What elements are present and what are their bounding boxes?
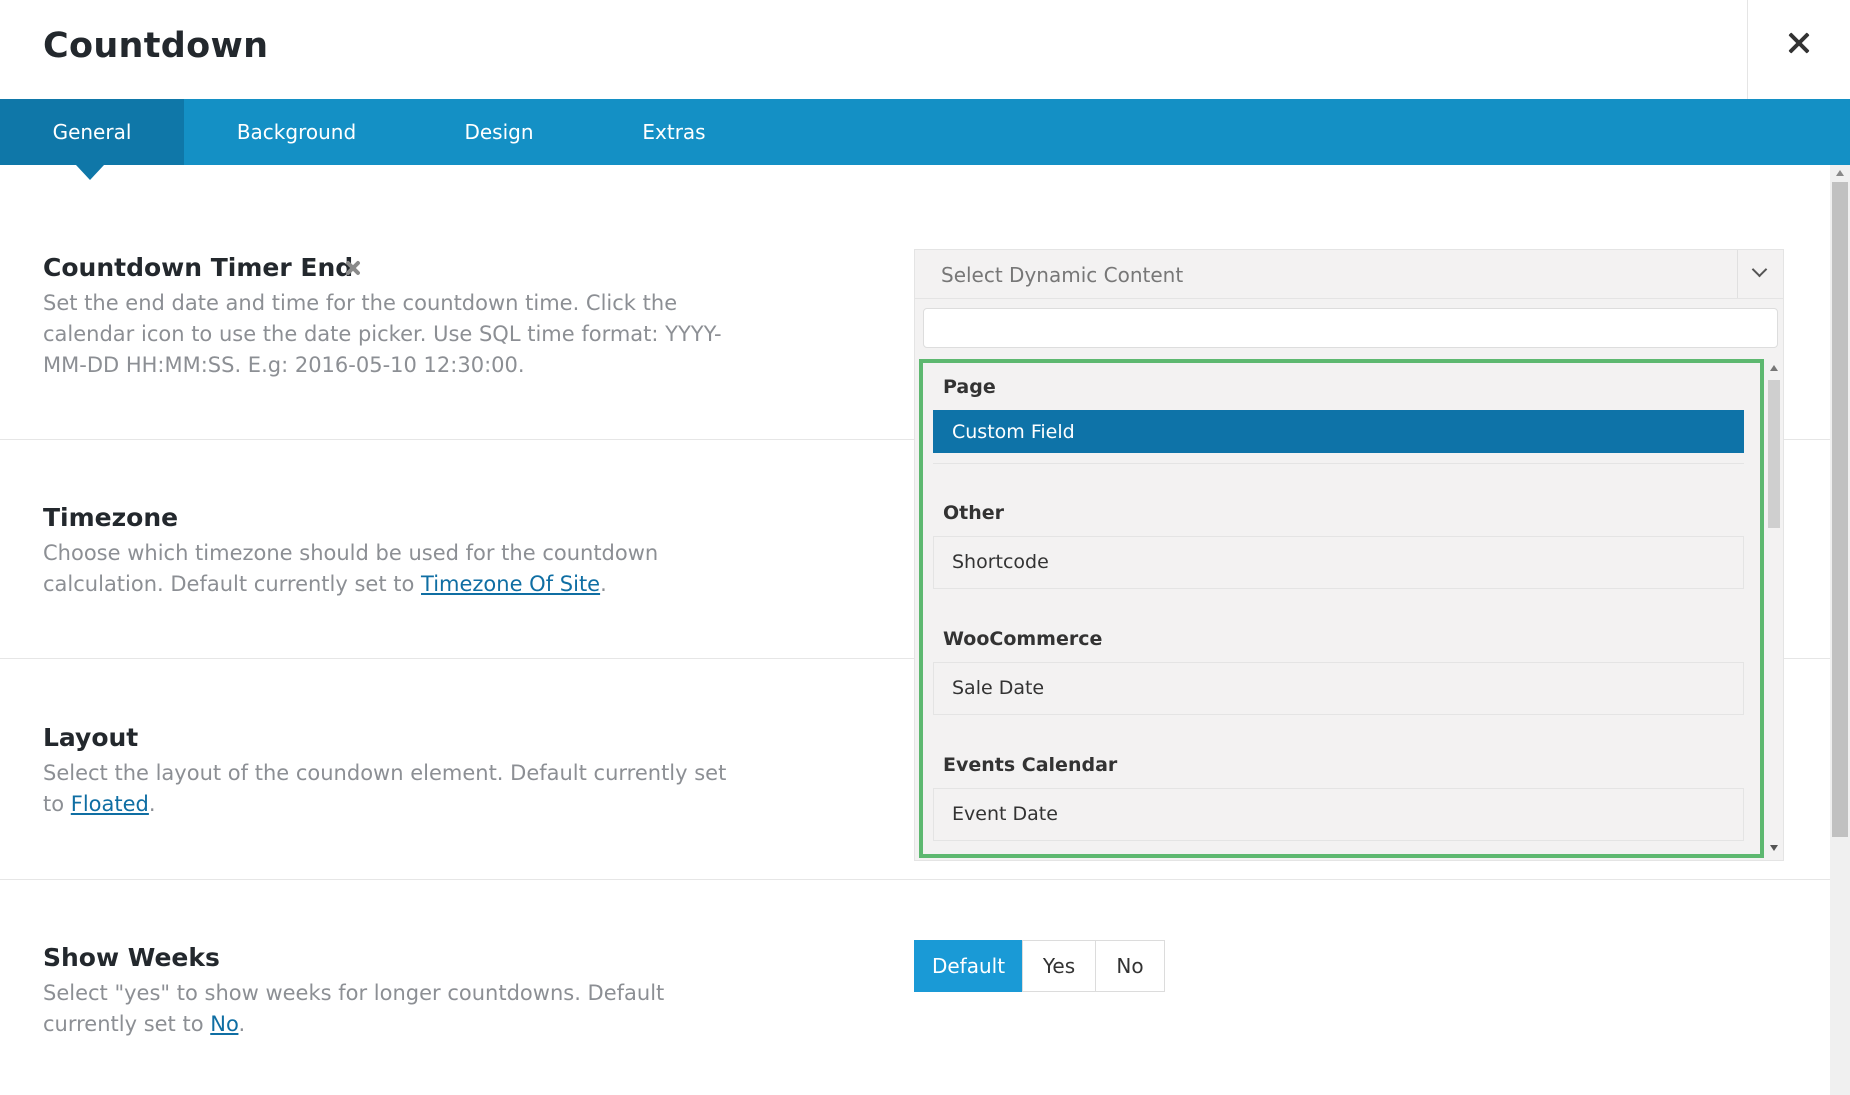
tab-extras[interactable]: Extras [589,99,759,165]
select-toggle[interactable] [1737,250,1783,298]
setting-label-timer-end: Countdown Timer End [43,253,354,282]
show-weeks-no-button[interactable]: No [1095,940,1165,992]
setting-label-show-weeks: Show Weeks [43,943,220,972]
show-weeks-yes-button[interactable]: Yes [1022,940,1096,992]
select-placeholder: Select Dynamic Content [941,263,1184,287]
setting-label-timezone: Timezone [43,503,179,532]
show-weeks-default-link[interactable]: No [210,1012,238,1036]
dynamic-content-dropdown: Page Custom Field Other Shortcode WooCom… [914,299,1784,861]
dropdown-scrollbar[interactable] [1766,361,1781,857]
reset-x-icon[interactable] [345,260,361,276]
scroll-down-arrow-icon[interactable] [1770,845,1778,851]
setting-desc-timezone: Choose which timezone should be used for… [43,538,743,600]
group-label-other: Other [943,502,1005,524]
modal-title: Countdown [43,26,269,66]
tab-bar: General Background Design Extras [0,99,1850,165]
scroll-up-arrow-icon[interactable] [1836,170,1844,176]
desc-text: . [238,1012,246,1036]
close-icon[interactable] [1786,30,1812,56]
dynamic-content-select[interactable]: Select Dynamic Content [914,249,1784,299]
option-event-date[interactable]: Event Date [933,788,1744,841]
chevron-down-icon [1751,261,1768,278]
dropdown-search-input[interactable] [923,308,1778,348]
show-weeks-button-set: Default Yes No [914,940,1165,992]
timezone-default-link[interactable]: Timezone Of Site [421,572,600,596]
show-weeks-default-button[interactable]: Default [914,940,1023,992]
desc-text: . [148,792,156,816]
setting-label-layout: Layout [43,723,139,752]
setting-desc-layout: Select the layout of the coundown elemen… [43,758,743,820]
group-label-events-calendar: Events Calendar [943,754,1118,776]
desc-text: Select "yes" to show weeks for longer co… [43,981,665,1036]
option-sale-date[interactable]: Sale Date [933,662,1744,715]
active-tab-pointer [76,165,104,180]
option-divider [933,463,1744,464]
page-scrollbar[interactable] [1830,165,1850,1095]
modal-header: Countdown [0,0,1850,99]
tab-general[interactable]: General [0,99,184,165]
layout-default-link[interactable]: Floated [71,792,149,816]
group-label-woocommerce: WooCommerce [943,628,1103,650]
divider [0,879,1830,880]
option-shortcode[interactable]: Shortcode [933,536,1744,589]
dropdown-options-list: Page Custom Field Other Shortcode WooCom… [919,359,1764,858]
tab-design[interactable]: Design [409,99,589,165]
desc-text: . [600,572,607,596]
group-label-page: Page [943,376,996,398]
page-scroll-thumb[interactable] [1832,182,1848,837]
setting-desc-timer-end: Set the end date and time for the countd… [43,291,722,377]
scroll-up-arrow-icon[interactable] [1770,365,1778,371]
tab-background[interactable]: Background [184,99,409,165]
close-button[interactable] [1747,0,1850,99]
option-custom-field[interactable]: Custom Field [933,410,1744,453]
setting-desc-show-weeks: Select "yes" to show weeks for longer co… [43,978,743,1040]
dropdown-scroll-thumb[interactable] [1768,380,1780,528]
